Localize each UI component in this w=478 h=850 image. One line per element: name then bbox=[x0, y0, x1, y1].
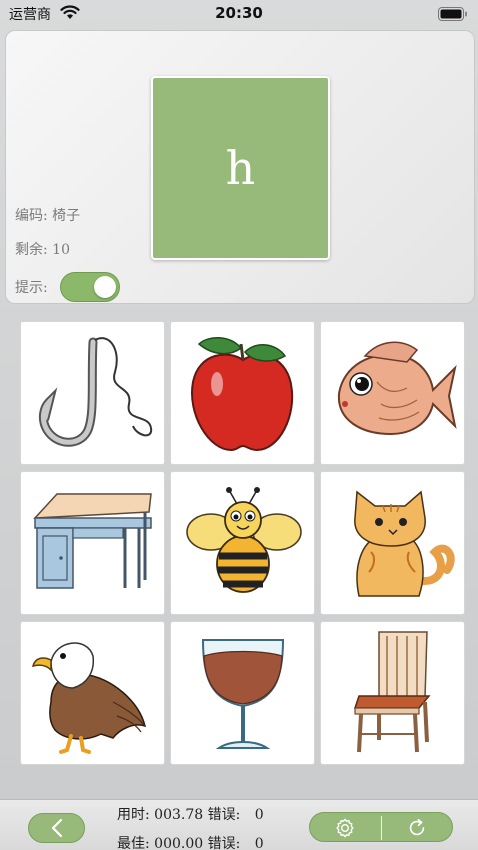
letter-card: h bbox=[151, 76, 330, 260]
back-chevron-icon bbox=[51, 818, 62, 838]
prompt-panel: h 编码: 椅子 剩余: 10 提示: bbox=[5, 30, 475, 304]
picture-grid bbox=[20, 321, 466, 765]
tile-hook[interactable] bbox=[20, 321, 165, 465]
tile-wine-glass[interactable] bbox=[170, 621, 315, 765]
bottom-bar: 用时: 003.78 错误: 0 最佳: 000.00 错误: 0 bbox=[0, 799, 478, 850]
current-stats: 用时: 003.78 错误: 0 bbox=[117, 804, 264, 824]
status-bar: 运营商 20:30 bbox=[0, 0, 478, 26]
best-error-label: 错误: bbox=[207, 836, 241, 850]
hint-toggle[interactable] bbox=[60, 272, 120, 302]
bee-icon bbox=[186, 487, 302, 593]
reload-button[interactable] bbox=[382, 813, 452, 843]
action-button-group bbox=[309, 812, 453, 842]
target-letter: h bbox=[225, 141, 256, 195]
reload-icon bbox=[409, 818, 425, 836]
remaining-label: 剩余: 10 bbox=[15, 242, 70, 258]
best-error-value: 0 bbox=[254, 836, 264, 850]
tile-bee[interactable] bbox=[170, 471, 315, 615]
gear-icon bbox=[336, 818, 354, 838]
battery-icon bbox=[438, 6, 468, 25]
toggle-knob bbox=[94, 276, 116, 298]
tile-chair[interactable] bbox=[320, 621, 465, 765]
time-value: 003.78 bbox=[154, 807, 204, 823]
back-button[interactable] bbox=[28, 813, 85, 843]
cat-icon bbox=[354, 490, 455, 597]
eagle-icon bbox=[31, 642, 147, 754]
error-value: 0 bbox=[254, 807, 264, 823]
clock: 20:30 bbox=[215, 4, 263, 22]
tile-fish[interactable] bbox=[320, 321, 465, 465]
desk-icon bbox=[33, 493, 152, 589]
tile-eagle[interactable] bbox=[20, 621, 165, 765]
fish-icon bbox=[337, 341, 457, 436]
error-label: 错误: bbox=[207, 807, 241, 823]
settings-button[interactable] bbox=[310, 813, 380, 843]
best-stats: 最佳: 000.00 错误: 0 bbox=[117, 833, 264, 850]
tile-apple[interactable] bbox=[170, 321, 315, 465]
tile-desk[interactable] bbox=[20, 471, 165, 615]
hook-icon bbox=[38, 337, 153, 447]
best-value: 000.00 bbox=[154, 836, 204, 850]
apple-icon bbox=[191, 337, 294, 452]
code-label: 编码: 椅子 bbox=[15, 208, 81, 224]
chair-icon bbox=[353, 631, 431, 753]
tile-cat[interactable] bbox=[320, 471, 465, 615]
hint-label: 提示: bbox=[15, 280, 48, 296]
wine-glass-icon bbox=[201, 639, 285, 749]
best-label: 最佳: bbox=[117, 836, 150, 850]
time-label: 用时: bbox=[117, 807, 150, 823]
